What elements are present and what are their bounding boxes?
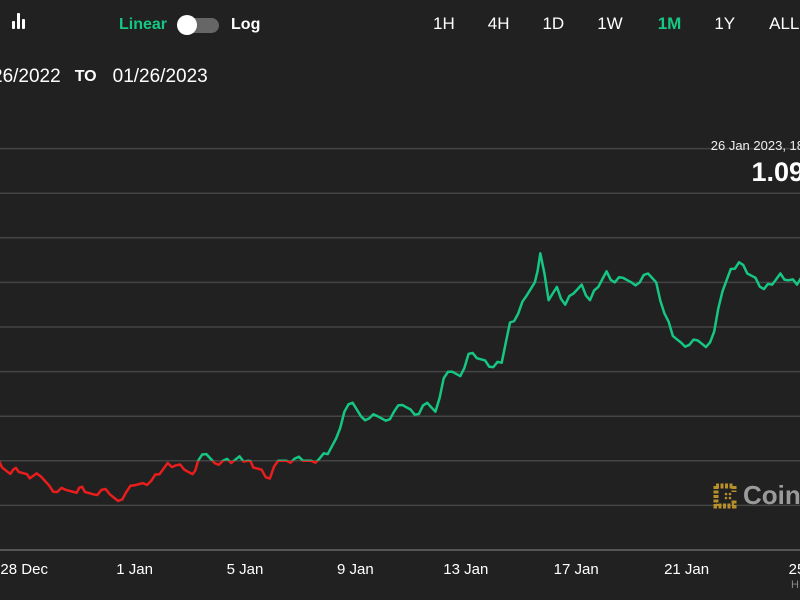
price-line-up — [0, 252, 800, 461]
footnote: H — [791, 579, 799, 591]
price-value: 1.09 — [751, 157, 800, 187]
x-tick-label: 1 Jan — [116, 561, 153, 578]
price-line-down — [0, 460, 320, 503]
price-chart[interactable]: 28 Dec 1 Jan 5 Jan 9 Jan 13 Jan 17 Jan 21 Jan 2… — [0, 0, 800, 600]
x-tick-label: 9 Jan — [337, 561, 374, 578]
watermark-text: Coinl — [743, 480, 800, 510]
x-tick-label: 21 Jan — [664, 561, 709, 578]
price-tooltip: 26 Jan 2023, 18 1.09 — [711, 138, 800, 188]
price-date: 26 Jan 2023, 18 — [710, 138, 800, 153]
x-tick-label: 13 Jan — [443, 561, 488, 578]
watermark: Coinl — [713, 480, 800, 511]
x-tick-label: 5 Jan — [227, 561, 264, 578]
x-tick-label: 25 — [789, 561, 800, 578]
x-tick-label: 28 Dec — [0, 561, 48, 578]
coindesk-logo-icon — [713, 483, 737, 508]
x-tick-label: 17 Jan — [554, 561, 599, 578]
